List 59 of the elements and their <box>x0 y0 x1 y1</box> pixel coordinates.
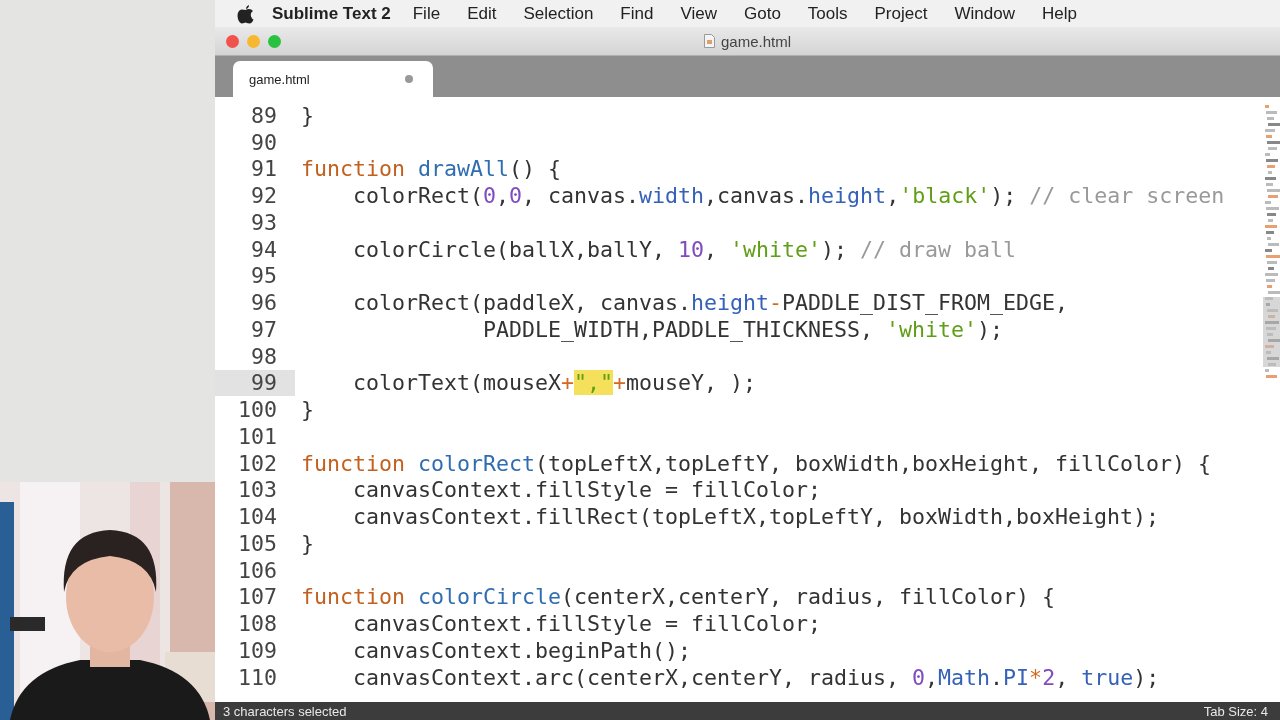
line-number: 101 <box>237 423 278 450</box>
line-number: 93 <box>250 209 278 236</box>
line-number: 94 <box>250 235 278 263</box>
code-line: canvasContext.fillStyle = fillColor; <box>352 477 822 503</box>
document-icon <box>704 34 715 48</box>
code-line: canvasContext.arc(centerX,centerY, radius, 0,Math.PI*2, true); <box>352 664 1160 690</box>
code-line: function colorCircle(centerX,centerY, radius, fillColor) { <box>301 584 1056 610</box>
selection-status: 3 characters selected <box>223 703 347 719</box>
menu-item[interactable]: Window <box>954 3 1015 24</box>
line-number: 110 <box>237 663 278 691</box>
menu-item[interactable]: Goto <box>744 3 781 24</box>
code-line: } <box>301 102 314 128</box>
menu-item[interactable]: Find <box>620 3 654 24</box>
menu-item[interactable]: Edit <box>467 3 497 24</box>
line-number: 95 <box>250 262 278 290</box>
line-number: 100 <box>237 396 278 423</box>
code-line: } <box>301 397 314 423</box>
tab-size-status[interactable]: Tab Size: 4 <box>1203 703 1268 719</box>
line-number: 104 <box>237 503 278 530</box>
code-line: colorCircle(ballX,ballY, 10, 'white'); // draw ball <box>352 236 1017 262</box>
line-number: 105 <box>237 530 278 557</box>
code-line: canvasContext.fillStyle = fillColor; <box>352 611 822 637</box>
close-button[interactable] <box>226 34 239 48</box>
menu-item[interactable]: File <box>412 3 441 24</box>
line-number: 97 <box>250 316 278 343</box>
code-line: PADDLE_WIDTH,PADDLE_THICKNESS, 'white'); <box>482 316 1004 342</box>
app-name-menu[interactable]: Sublime Text 2 <box>272 3 391 24</box>
code-line: function colorRect(topLeftX,topLeftY, boxWidth,boxHeight, fillColor) { <box>301 450 1212 476</box>
menu-item[interactable]: View <box>680 3 717 24</box>
zoom-button[interactable] <box>268 34 281 48</box>
menu-item[interactable]: Selection <box>523 3 594 24</box>
line-number: 91 <box>250 155 278 183</box>
line-number: 103 <box>237 476 278 504</box>
line-number: 106 <box>237 556 278 584</box>
code-line: function drawAll() { <box>301 156 562 182</box>
menu-item[interactable]: Tools <box>807 3 848 24</box>
code-line: colorRect(paddleX, canvas.height-PADDLE_DIST_FROM_EDGE, <box>352 290 1069 316</box>
window-title: game.html <box>721 32 791 50</box>
minimize-button[interactable] <box>247 34 260 48</box>
line-number: 108 <box>237 610 278 637</box>
line-number: 98 <box>250 342 278 370</box>
file-tab[interactable]: game.html <box>233 61 433 97</box>
line-number: 107 <box>237 583 278 611</box>
menu-item[interactable]: Help <box>1041 3 1077 24</box>
code-line: canvasContext.fillRect(topLeftX,topLeftY, boxWidth,boxHeight); <box>352 504 1160 530</box>
code-line: } <box>301 530 314 556</box>
line-number: 99 <box>215 369 295 397</box>
tab-label: game.html <box>249 71 310 87</box>
code-line: colorText(mouseX+","+mouseY, ); <box>352 370 757 396</box>
line-number: 102 <box>237 449 278 477</box>
line-number: 90 <box>250 128 278 156</box>
menu-item[interactable]: Project <box>874 3 928 24</box>
line-number: 89 <box>250 102 278 129</box>
code-line: canvasContext.beginPath(); <box>352 637 692 663</box>
line-number: 109 <box>237 637 278 664</box>
line-number: 92 <box>250 182 278 209</box>
apple-icon[interactable] <box>237 3 254 24</box>
line-number: 96 <box>250 289 278 316</box>
code-line: colorRect(0,0, canvas.width,canvas.height,'black'); // clear screen <box>352 183 1225 209</box>
